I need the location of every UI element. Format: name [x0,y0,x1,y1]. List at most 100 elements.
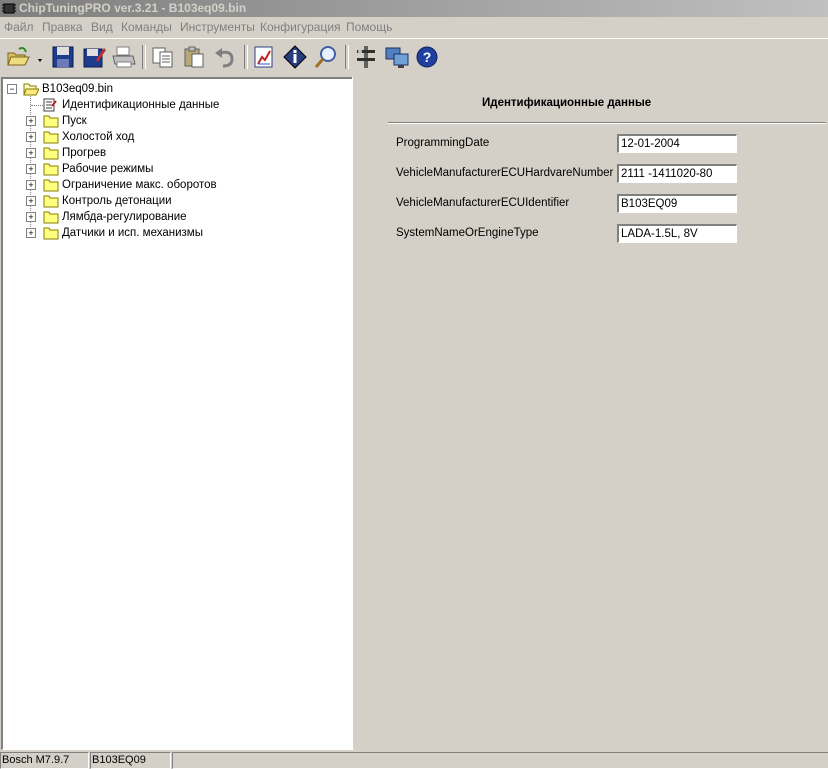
tree-item-label: Датчики и исп. механизмы [62,227,203,239]
expand-icon[interactable]: + [26,180,36,190]
toolbar-separator [142,45,146,69]
save-button[interactable] [50,44,76,70]
collapse-icon[interactable]: − [7,84,17,94]
tree-item-label: Прогрев [62,147,107,159]
tree-item-label: Контроль детонации [62,195,172,207]
field-label-ecu-identifier: VehicleManufacturerECUIdentifier [396,197,570,209]
ecu-identifier-field[interactable] [617,194,737,213]
folder-icon [43,163,59,176]
folder-icon [43,179,59,192]
help-icon: ? [416,46,438,68]
field-label-engine-type: SystemNameOrEngineType [396,227,539,239]
tree-item-start[interactable]: + Пуск [3,113,343,129]
expand-icon[interactable]: + [26,212,36,222]
menu-edit[interactable]: Правка [42,20,83,34]
copy-button[interactable] [150,44,176,70]
folder-icon [43,211,59,224]
expand-icon[interactable]: + [26,116,36,126]
expand-icon[interactable]: + [26,196,36,206]
status-file: B103EQ09 [90,752,171,769]
status-empty [172,752,828,769]
divider [388,122,826,124]
menu-view[interactable]: Вид [91,20,113,34]
help-button[interactable]: ? [414,44,440,70]
chart-icon [254,46,273,68]
tree-view[interactable]: − B103eq09.bin Идентификационные данные … [1,77,354,750]
print-icon [112,46,136,68]
menu-bar: Файл Правка Вид Команды Инструменты Конф… [0,17,828,37]
tools-button[interactable] [353,44,379,70]
search-icon [314,46,336,68]
info-button[interactable] [282,44,308,70]
expand-icon[interactable]: + [26,132,36,142]
folder-icon [43,147,59,160]
paste-button[interactable] [181,44,207,70]
chip-icon [2,3,16,14]
status-bar: Bosch M7.9.7 B103EQ09 [0,751,828,769]
title-bar: ChipTuningPRO ver.3.21 - B103eq09.bin [0,0,828,17]
folder-open-icon [23,83,39,96]
tree-item-lambda[interactable]: + Лямбда-регулирование [3,209,343,225]
open-button[interactable] [5,44,31,70]
tree-item-label: Ограничение макс. оборотов [62,179,217,191]
undo-button[interactable] [212,44,238,70]
tree-item-operating-modes[interactable]: + Рабочие режимы [3,161,343,177]
network-button[interactable] [384,44,410,70]
tree-root-label: B103eq09.bin [42,83,113,95]
field-label-programming-date: ProgrammingDate [396,137,490,149]
menu-file[interactable]: Файл [4,20,34,34]
tree-item-sensors[interactable]: + Датчики и исп. механизмы [3,225,343,241]
status-ecu: Bosch M7.9.7 [0,752,89,769]
tree-item-warmup[interactable]: + Прогрев [3,145,343,161]
menu-commands[interactable]: Команды [121,20,172,34]
open-icon [7,47,30,66]
programming-date-field[interactable] [617,134,737,153]
save-icon [52,46,74,68]
folder-icon [43,227,59,240]
window-title: ChipTuningPRO ver.3.21 - B103eq09.bin [19,1,247,15]
info-icon [283,45,307,69]
hardware-number-field[interactable] [617,164,737,183]
folder-icon [43,115,59,128]
chart-button[interactable] [251,44,277,70]
tree-item-label: Рабочие режимы [62,163,154,175]
tree-item-label: Идентификационные данные [62,99,220,111]
chevron-down-icon [38,59,42,62]
toolbar-separator [244,45,248,69]
network-icon [385,47,409,68]
tree-connector [31,105,43,106]
tree-item-label: Пуск [62,115,87,127]
menu-tools[interactable]: Инструменты [180,20,255,34]
folder-icon [43,195,59,208]
tree-item-identification[interactable]: Идентификационные данные [3,97,343,113]
field-label-hardware-number: VehicleManufacturerECUHardvareNumber [396,167,614,179]
expand-icon[interactable]: + [26,228,36,238]
open-dropdown-button[interactable] [31,44,43,70]
tree-item-rev-limit[interactable]: + Ограничение макс. оборотов [3,177,343,193]
toolbar: ? [0,38,828,77]
detail-panel: Идентификационные данные ProgrammingDate… [356,77,828,749]
menu-configuration[interactable]: Конфигурация [260,20,341,34]
tree-item-idle[interactable]: + Холостой ход [3,129,343,145]
folder-icon [43,131,59,144]
copy-icon [152,47,173,68]
tree-item-label: Холостой ход [62,131,135,143]
toolbar-separator [345,45,349,69]
search-button[interactable] [313,44,339,70]
save-as-icon [83,48,106,68]
engine-type-field[interactable] [617,224,737,243]
undo-icon [215,48,234,68]
save-as-button[interactable] [81,44,107,70]
tree-item-knock-control[interactable]: + Контроль детонации [3,193,343,209]
document-icon [43,98,57,112]
expand-icon[interactable]: + [26,148,36,158]
expand-icon[interactable]: + [26,164,36,174]
svg-text:?: ? [423,49,432,65]
print-button[interactable] [111,44,137,70]
tree-root[interactable]: − B103eq09.bin [3,81,343,97]
paste-icon [184,46,204,68]
tools-icon [357,46,375,68]
panel-title: Идентификационные данные [482,97,652,109]
tree-item-label: Лямбда-регулирование [62,211,187,223]
menu-help[interactable]: Помощь [346,20,392,34]
